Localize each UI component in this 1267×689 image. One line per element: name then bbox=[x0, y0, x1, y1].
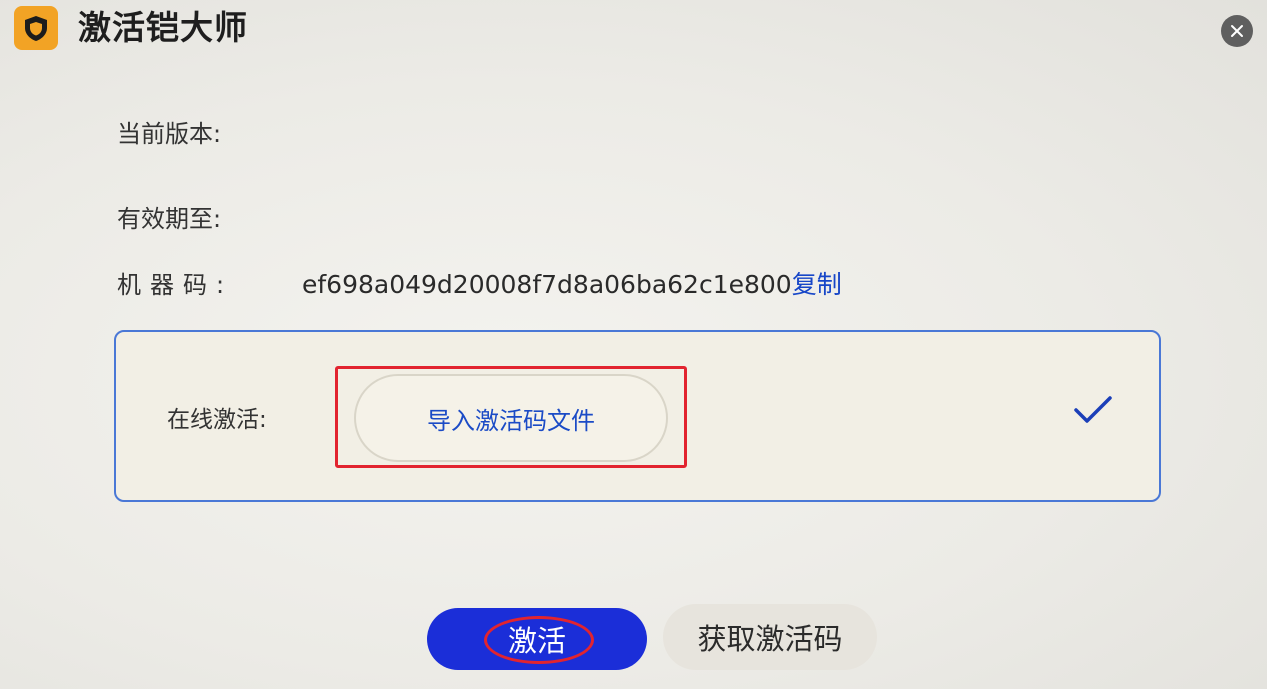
close-icon bbox=[1231, 25, 1243, 37]
version-label: 当前版本: bbox=[117, 120, 222, 148]
expiry-label: 有效期至: bbox=[117, 205, 222, 233]
app-logo bbox=[14, 6, 58, 50]
close-button[interactable] bbox=[1221, 15, 1253, 47]
get-activation-code-button[interactable]: 获取激活码 bbox=[663, 604, 877, 670]
machine-code-label: 机器码: bbox=[117, 271, 234, 299]
machine-code-row: ef698a049d20008f7d8a06ba62c1e800复制 bbox=[302, 269, 842, 301]
copy-link[interactable]: 复制 bbox=[792, 270, 842, 299]
annotation-highlight-box bbox=[335, 366, 687, 468]
app-title: 激活铠大师 bbox=[78, 8, 248, 47]
check-icon bbox=[1074, 396, 1112, 423]
annotation-highlight-circle bbox=[484, 616, 594, 664]
shield-icon bbox=[25, 16, 47, 41]
online-activation-label: 在线激活: bbox=[167, 407, 267, 433]
machine-code-value: ef698a049d20008f7d8a06ba62c1e800 bbox=[302, 270, 792, 299]
